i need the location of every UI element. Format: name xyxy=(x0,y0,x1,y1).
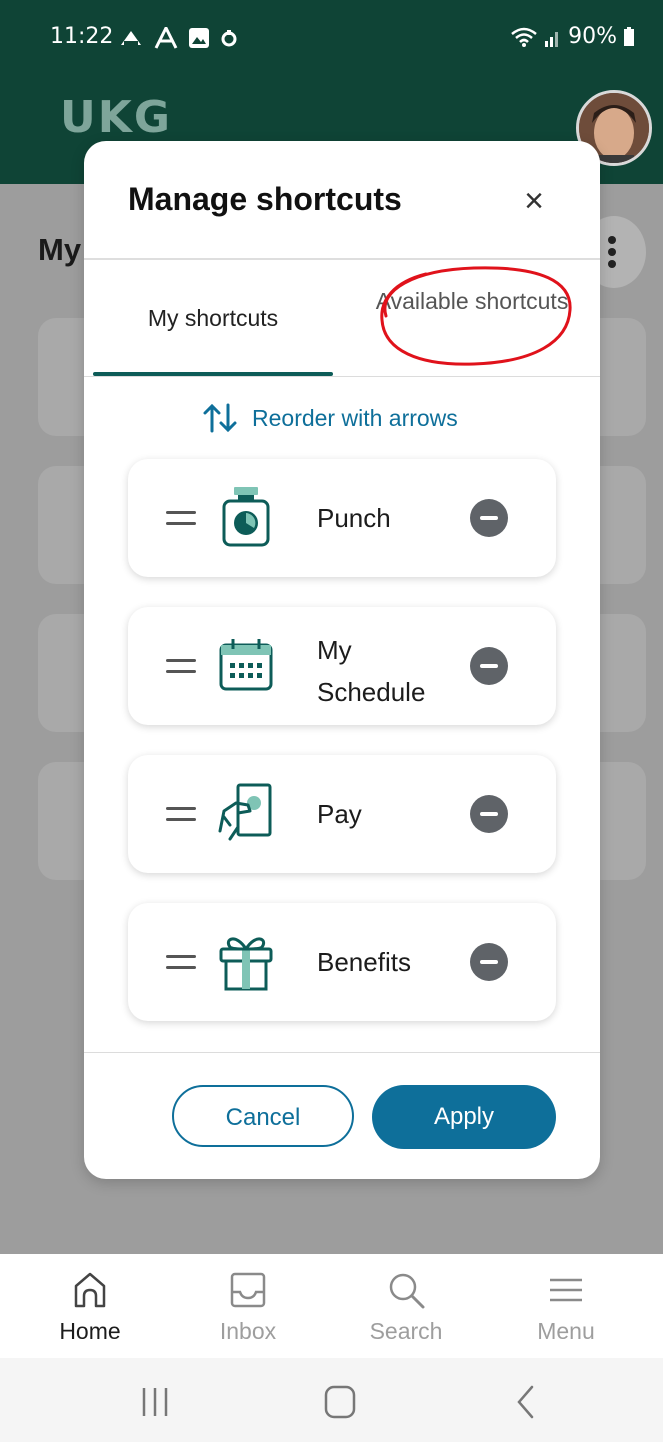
reorder-label: Reorder with arrows xyxy=(252,404,458,431)
home-system-icon[interactable] xyxy=(323,1384,357,1420)
nav-menu[interactable]: Menu xyxy=(506,1254,626,1358)
shortcut-label: Punch xyxy=(317,503,391,533)
nav-search[interactable]: Search xyxy=(346,1254,466,1358)
nav-inbox[interactable]: Inbox xyxy=(188,1254,308,1358)
background-page-title: My xyxy=(38,232,82,267)
shortcut-label: My Schedule xyxy=(317,635,426,707)
shortcut-item-pay[interactable]: Pay xyxy=(128,755,556,873)
remove-shortcut-icon[interactable] xyxy=(470,647,508,685)
notification-app-icon xyxy=(121,31,141,46)
divider xyxy=(84,1052,600,1053)
wifi-icon xyxy=(511,27,537,47)
status-right: 90% xyxy=(510,24,635,49)
signal-icon xyxy=(545,31,559,47)
search-icon xyxy=(389,1273,425,1309)
gift-icon xyxy=(219,937,273,991)
battery-percent: 90% xyxy=(568,24,617,49)
dialog-title: Manage shortcuts xyxy=(128,181,402,217)
status-bar: 11:22 90% xyxy=(0,0,663,68)
nav-inbox-label: Inbox xyxy=(219,1318,277,1344)
pay-hand-icon xyxy=(218,783,272,841)
red-annotation-circle xyxy=(380,266,572,366)
battery-icon xyxy=(624,26,634,46)
cancel-button[interactable]: Cancel xyxy=(172,1085,354,1147)
shortcut-item-my-schedule[interactable]: My Schedule xyxy=(128,607,556,725)
punch-clock-icon xyxy=(222,487,270,547)
ukg-logo: UKG xyxy=(60,92,172,143)
notification-a-icon xyxy=(154,27,178,49)
notification-gallery-icon xyxy=(189,28,209,48)
nav-home-label: Home xyxy=(59,1318,121,1344)
calendar-icon xyxy=(219,639,273,691)
inbox-icon xyxy=(230,1272,266,1308)
manage-shortcuts-dialog: Manage shortcuts × My shortcuts Availabl… xyxy=(84,141,600,1179)
recent-apps-icon[interactable] xyxy=(138,1386,172,1418)
shortcut-item-benefits[interactable]: Benefits xyxy=(128,903,556,1021)
status-notification-icons xyxy=(118,27,238,49)
tab-my-shortcuts[interactable]: My shortcuts xyxy=(93,260,333,376)
home-icon xyxy=(74,1272,106,1308)
drag-handle-icon[interactable] xyxy=(166,807,196,829)
back-icon[interactable] xyxy=(514,1384,538,1420)
remove-shortcut-icon[interactable] xyxy=(470,943,508,981)
reorder-arrows-icon xyxy=(203,403,237,433)
nav-home[interactable]: Home xyxy=(30,1254,150,1358)
remove-shortcut-icon[interactable] xyxy=(470,795,508,833)
nav-menu-label: Menu xyxy=(537,1318,595,1344)
system-nav-bar xyxy=(0,1358,663,1442)
shortcut-item-punch[interactable]: Punch xyxy=(128,459,556,577)
status-time: 11:22 xyxy=(50,24,114,49)
shortcut-label: Benefits xyxy=(317,947,411,977)
drag-handle-icon[interactable] xyxy=(166,659,196,681)
notification-ring-icon xyxy=(221,30,237,47)
apply-button[interactable]: Apply xyxy=(372,1085,556,1149)
bottom-nav: Home Inbox Search Menu xyxy=(0,1254,663,1358)
drag-handle-icon[interactable] xyxy=(166,511,196,533)
close-icon[interactable]: × xyxy=(512,179,556,223)
reorder-with-arrows-link[interactable]: Reorder with arrows xyxy=(202,403,458,433)
menu-icon xyxy=(550,1278,582,1302)
nav-search-label: Search xyxy=(369,1318,443,1344)
divider xyxy=(84,376,600,377)
remove-shortcut-icon[interactable] xyxy=(470,499,508,537)
tab-my-shortcuts-label: My shortcuts xyxy=(147,305,279,331)
drag-handle-icon[interactable] xyxy=(166,955,196,977)
shortcut-label: Pay xyxy=(317,799,362,829)
